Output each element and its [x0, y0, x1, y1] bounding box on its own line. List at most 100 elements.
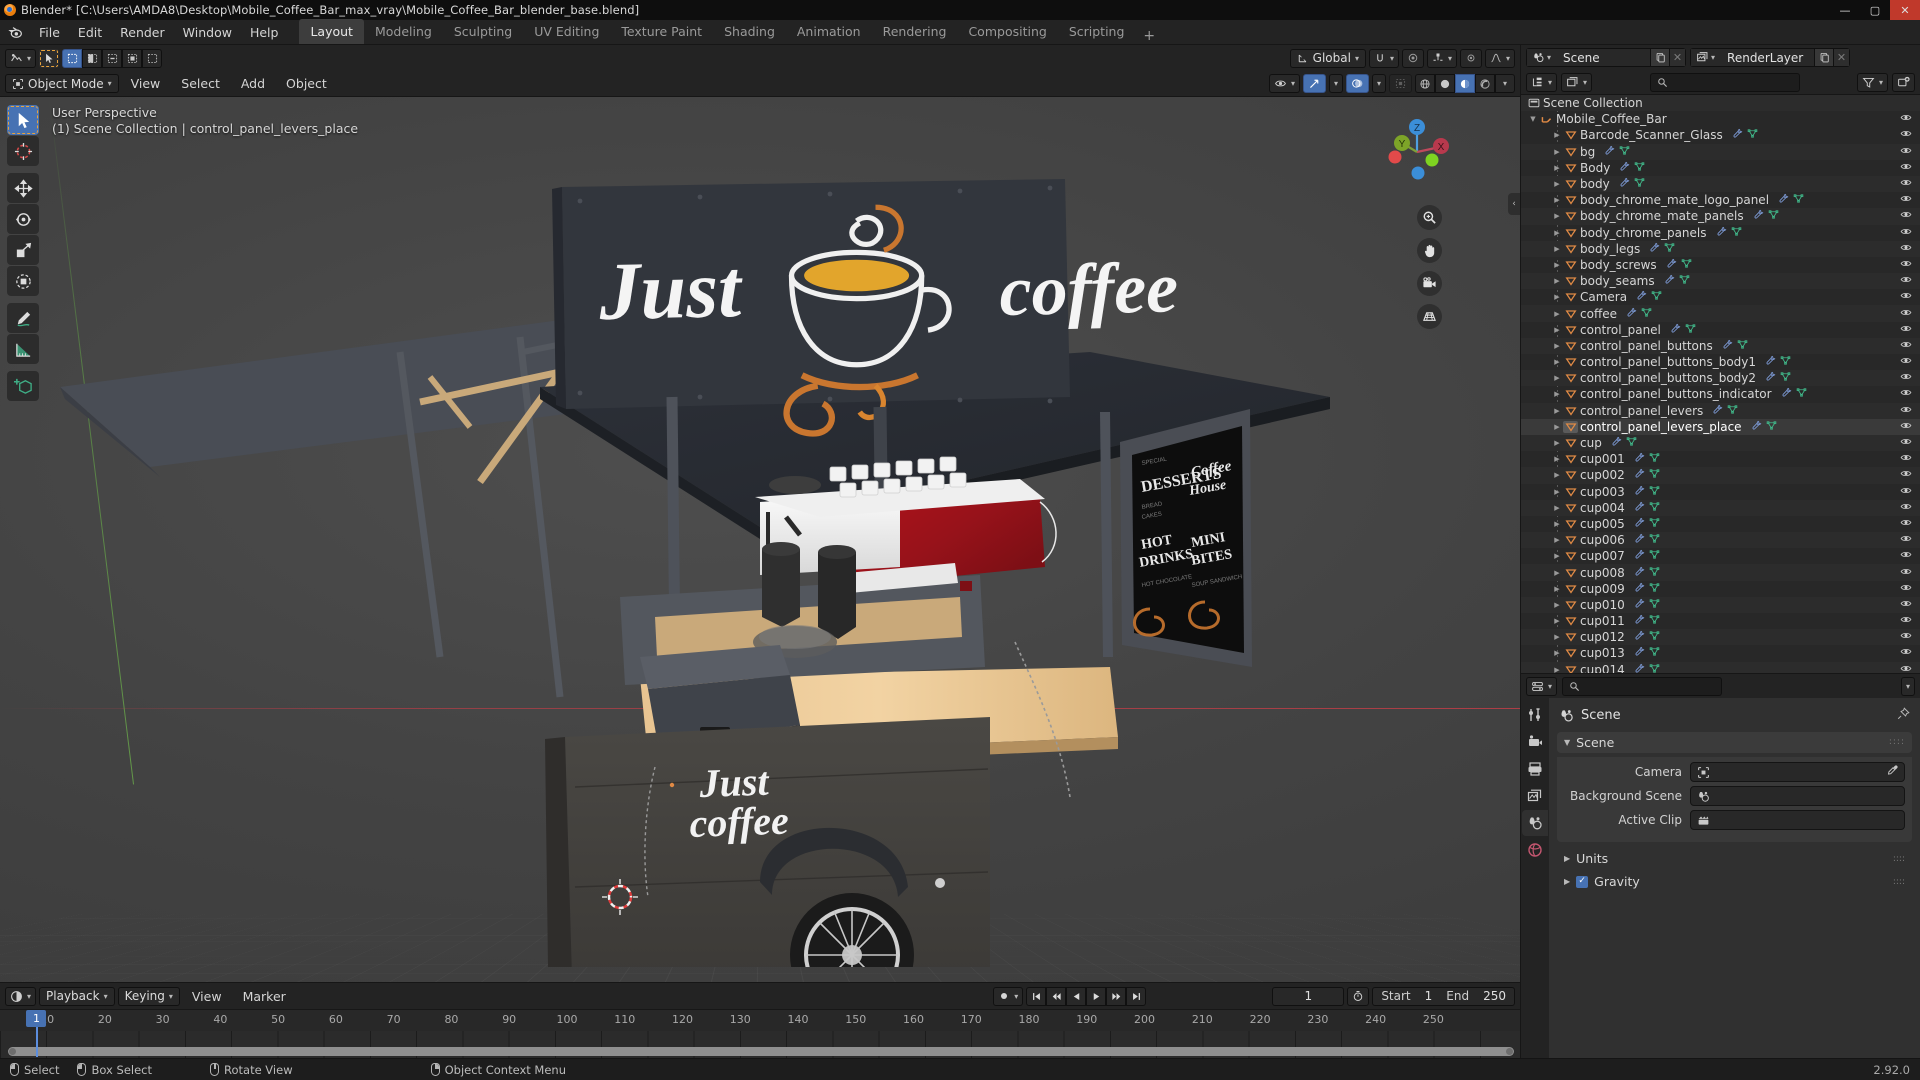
menu-render[interactable]: Render: [111, 20, 174, 44]
outliner-row[interactable]: ▶ Body: [1521, 160, 1920, 176]
eye-icon[interactable]: [1900, 160, 1912, 175]
grid-icon[interactable]: [1417, 304, 1442, 329]
modifier-icon[interactable]: [1626, 307, 1637, 321]
eye-icon[interactable]: [1900, 225, 1912, 240]
mesh-data-icon[interactable]: [1679, 274, 1690, 288]
tab-shading[interactable]: Shading: [713, 19, 786, 44]
visibility-selector[interactable]: ▾: [1268, 74, 1300, 93]
xray-toggle[interactable]: [1389, 74, 1412, 93]
outliner-row[interactable]: ▶ body_chrome_panels: [1521, 225, 1920, 241]
zoom-icon[interactable]: [1417, 205, 1442, 230]
modifier-icon[interactable]: [1619, 161, 1630, 175]
eye-icon[interactable]: [1900, 306, 1912, 321]
tab-modeling[interactable]: Modeling: [364, 19, 443, 44]
gravity-panel-header[interactable]: ▶ ✓ Gravity ::::: [1557, 870, 1912, 893]
mesh-data-icon[interactable]: [1780, 371, 1791, 385]
modifier-icon[interactable]: [1716, 226, 1727, 240]
eye-icon[interactable]: [1900, 322, 1912, 337]
tab-scene-properties[interactable]: [1522, 810, 1548, 836]
editor-type-selector[interactable]: ▾: [5, 48, 37, 68]
outliner-row[interactable]: ▶ cup005: [1521, 516, 1920, 532]
playhead[interactable]: 1: [26, 1010, 47, 1027]
scale-tool[interactable]: [7, 235, 39, 265]
overlays-toggle[interactable]: [1345, 74, 1369, 93]
panel-drag-grip[interactable]: ::::: [1889, 738, 1905, 747]
mesh-data-icon[interactable]: [1649, 598, 1660, 612]
tab-compositing[interactable]: Compositing: [957, 19, 1057, 44]
rotate-tool[interactable]: [7, 204, 39, 234]
viewport-menu-object[interactable]: Object: [277, 76, 336, 91]
eye-icon[interactable]: [1900, 128, 1912, 143]
select-subtract-icon[interactable]: [102, 48, 123, 68]
view-layer-selector[interactable]: ▾ RenderLayer ✕: [1690, 48, 1851, 67]
menu-window[interactable]: Window: [174, 20, 241, 44]
transform-orientation-selector[interactable]: Global ▾: [1289, 48, 1366, 68]
tab-world-properties[interactable]: [1522, 837, 1548, 863]
outliner-row[interactable]: ▶ control_panel_levers_place: [1521, 418, 1920, 435]
expand-chevron-icon[interactable]: ▶: [1551, 407, 1563, 415]
modifier-icon[interactable]: [1732, 128, 1743, 142]
outliner-row[interactable]: ▶ cup003: [1521, 484, 1920, 500]
eye-icon[interactable]: [1900, 290, 1912, 305]
expand-chevron-icon[interactable]: ▶: [1551, 164, 1563, 172]
timeline-menu-playback[interactable]: Playback ▾: [39, 986, 115, 1006]
expand-chevron-icon[interactable]: ▶: [1551, 455, 1563, 463]
modifier-icon[interactable]: [1781, 387, 1792, 401]
select-set-icon[interactable]: [62, 48, 83, 68]
eye-icon[interactable]: [1900, 403, 1912, 418]
tab-output-properties[interactable]: [1522, 756, 1548, 782]
end-value[interactable]: 250: [1483, 989, 1506, 1003]
eye-icon[interactable]: [1900, 452, 1912, 467]
mesh-data-icon[interactable]: [1649, 614, 1660, 628]
mesh-data-icon[interactable]: [1766, 420, 1777, 434]
modifier-icon[interactable]: [1634, 485, 1645, 499]
frame-range-fields[interactable]: Start 1 End 250: [1372, 986, 1515, 1006]
annotate-tool[interactable]: [7, 303, 39, 333]
select-intersect-icon[interactable]: [142, 48, 163, 68]
pin-icon[interactable]: [1897, 707, 1910, 724]
expand-chevron-icon[interactable]: ▶: [1551, 131, 1563, 139]
outliner-row[interactable]: ▶ control_panel_buttons: [1521, 337, 1920, 354]
expand-chevron-icon[interactable]: ▶: [1551, 423, 1563, 431]
eye-icon[interactable]: [1900, 581, 1912, 596]
expand-chevron-icon[interactable]: ▶: [1551, 245, 1563, 253]
wireframe-shading-icon[interactable]: [1415, 74, 1435, 93]
playback-controls[interactable]: [1026, 986, 1147, 1006]
modifier-icon[interactable]: [1634, 549, 1645, 563]
new-view-layer-button[interactable]: [1814, 48, 1834, 67]
mesh-data-icon[interactable]: [1649, 501, 1660, 515]
tab-render-properties[interactable]: [1522, 729, 1548, 755]
timeline-menu-keying[interactable]: Keying ▾: [117, 986, 180, 1006]
modifier-icon[interactable]: [1634, 582, 1645, 596]
modifier-icon[interactable]: [1666, 258, 1677, 272]
viewport-menu-view[interactable]: View: [122, 76, 170, 91]
viewport-menu-select[interactable]: Select: [172, 76, 229, 91]
outliner-row[interactable]: ▶ cup008: [1521, 564, 1920, 581]
outliner-row[interactable]: ▶ control_panel_buttons_body1: [1521, 354, 1920, 370]
mesh-data-icon[interactable]: [1727, 404, 1738, 418]
use-preview-range-toggle[interactable]: [1347, 986, 1370, 1006]
properties-editor-type[interactable]: ▾: [1526, 676, 1558, 696]
timeline-scrollbar[interactable]: [8, 1047, 1514, 1056]
outliner-row-scene-collection[interactable]: Scene Collection: [1521, 95, 1920, 112]
menu-help[interactable]: Help: [241, 20, 288, 44]
outliner-row[interactable]: ▶ control_panel_buttons_body2: [1521, 370, 1920, 387]
expand-chevron-icon[interactable]: ▶: [1551, 326, 1563, 334]
modifier-icon[interactable]: [1670, 323, 1681, 337]
expand-chevron-icon[interactable]: ▶: [1551, 342, 1563, 350]
blender-logo-icon[interactable]: [0, 20, 30, 44]
outliner-row[interactable]: ▶ body_chrome_mate_logo_panel: [1521, 192, 1920, 208]
mesh-data-icon[interactable]: [1793, 193, 1804, 207]
eye-icon[interactable]: [1900, 468, 1912, 483]
gizmo-options-chevron[interactable]: ▾: [1328, 74, 1343, 93]
properties-search-input[interactable]: [1562, 676, 1723, 696]
expand-chevron-icon[interactable]: ▶: [1551, 585, 1563, 593]
mesh-data-icon[interactable]: [1651, 290, 1662, 304]
outliner-row[interactable]: ▶ cup002: [1521, 467, 1920, 484]
mesh-data-icon[interactable]: [1731, 226, 1742, 240]
modifier-icon[interactable]: [1765, 355, 1776, 369]
expand-chevron-icon[interactable]: ▶: [1551, 148, 1563, 156]
camera-icon[interactable]: [1417, 271, 1442, 296]
expand-chevron-icon[interactable]: ▶: [1551, 633, 1563, 641]
modifier-icon[interactable]: [1634, 598, 1645, 612]
